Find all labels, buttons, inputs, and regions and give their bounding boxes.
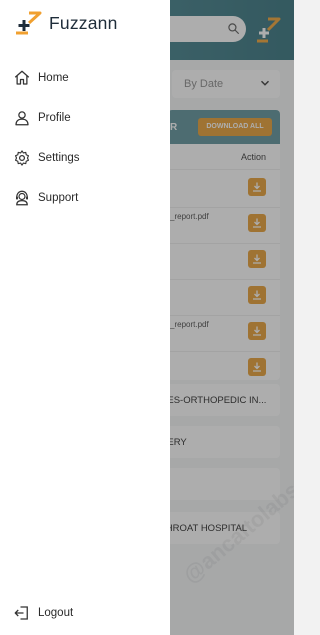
brand-logo-icon — [16, 11, 42, 35]
home-icon — [12, 68, 32, 88]
logout-label: Logout — [38, 607, 74, 619]
logout-icon — [12, 603, 32, 623]
nav-item-home[interactable]: Home — [12, 66, 69, 90]
brand-name: Fuzzann — [49, 12, 118, 33]
brand: Fuzzann — [14, 11, 118, 35]
nav-item-label: Home — [38, 72, 69, 84]
nav-item-support[interactable]: Support — [12, 186, 78, 210]
nav-item-profile[interactable]: Profile — [12, 106, 71, 130]
nav-item-label: Profile — [38, 112, 71, 124]
gear-icon — [12, 148, 32, 168]
logout-button[interactable]: Logout — [12, 601, 73, 625]
nav-item-label: Support — [38, 192, 79, 204]
app-screen: By Date R DOWNLOAD ALL Action _report.pd… — [0, 0, 294, 635]
nav-item-settings[interactable]: Settings — [12, 146, 80, 170]
user-icon — [12, 108, 32, 128]
nav-item-label: Settings — [38, 152, 80, 164]
navigation-drawer: Fuzzann Home Profile Settings Support Lo… — [0, 0, 170, 635]
support-agent-icon — [12, 188, 32, 208]
